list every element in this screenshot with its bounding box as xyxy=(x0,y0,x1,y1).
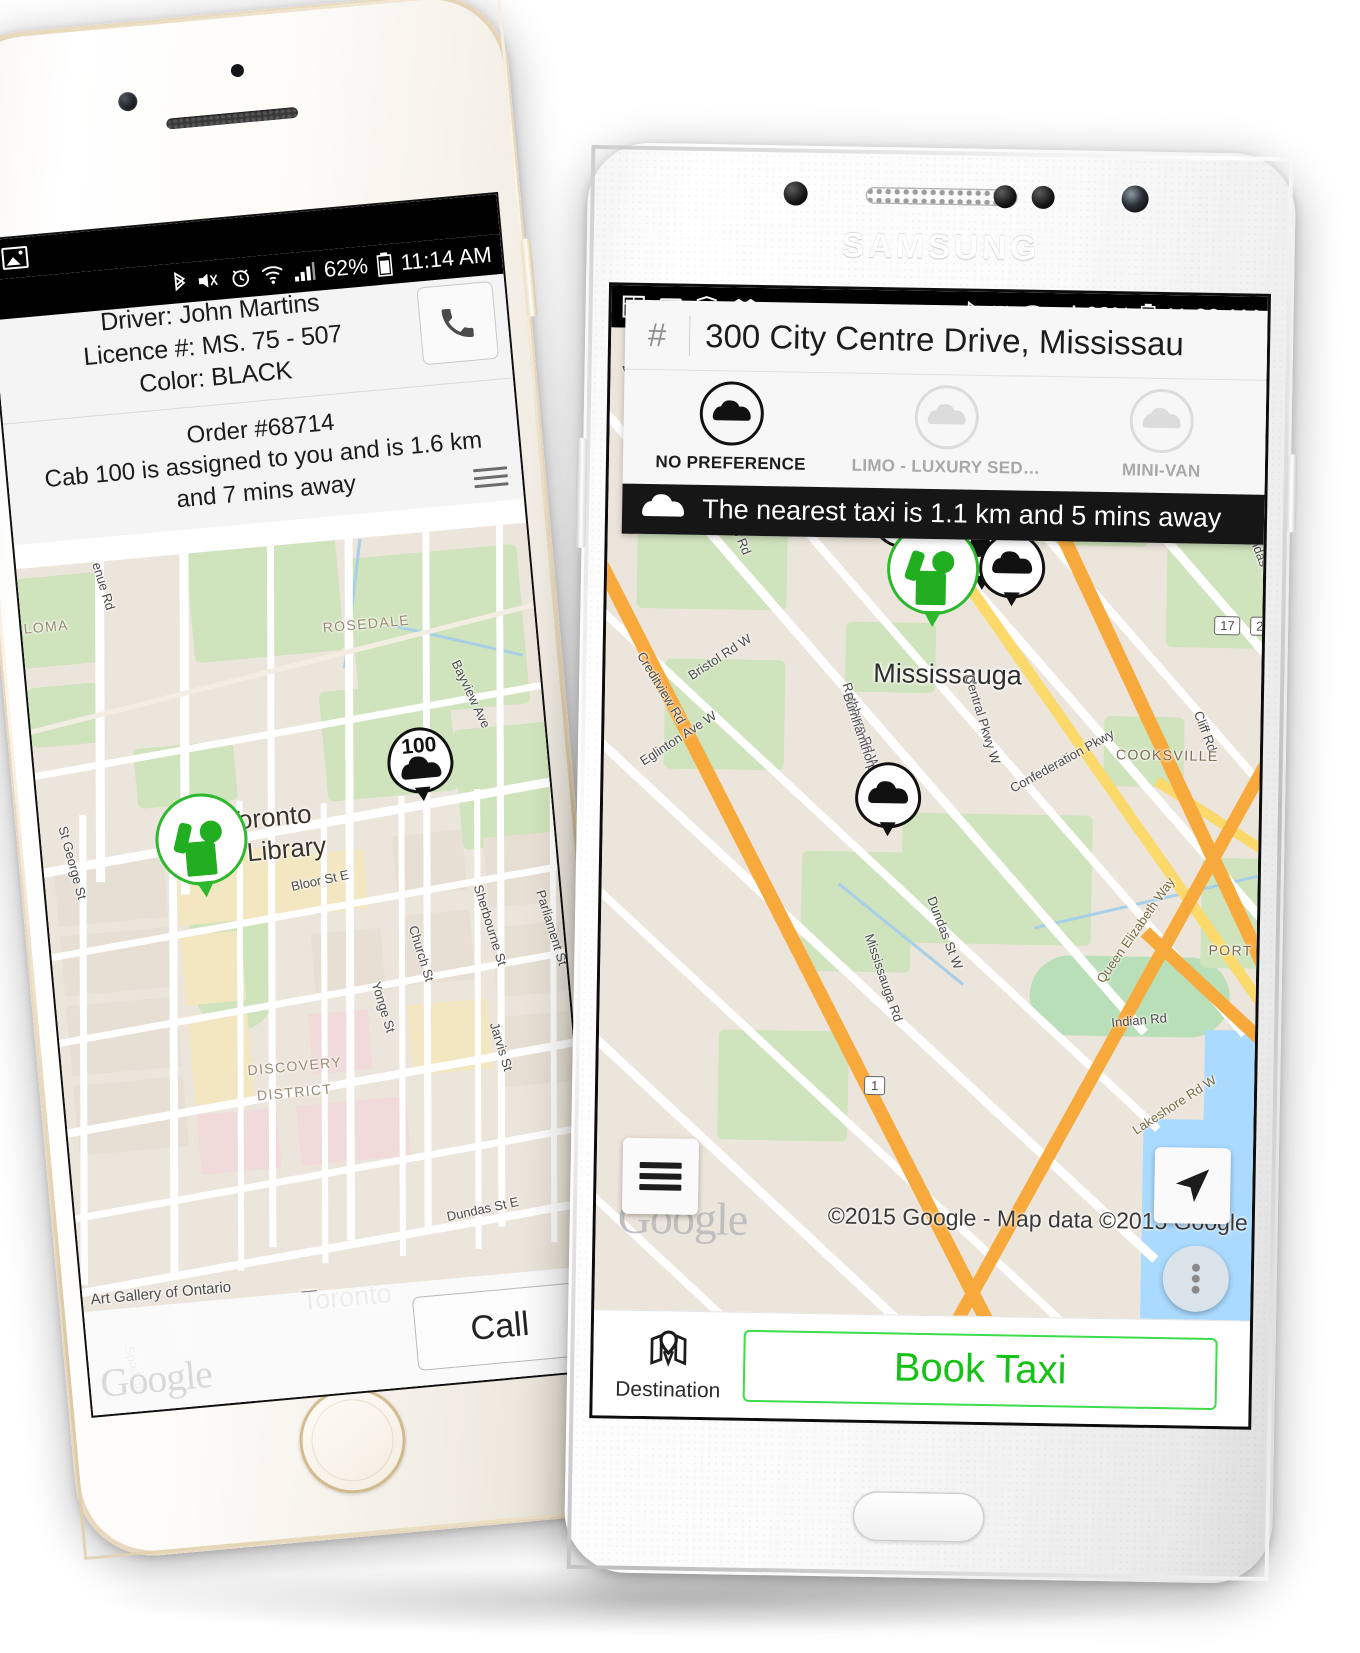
wifi-icon xyxy=(261,266,283,284)
hash-icon[interactable]: # xyxy=(625,315,690,354)
map-label: DISCOVERY xyxy=(246,1053,343,1079)
map-menu-button[interactable] xyxy=(621,1137,700,1216)
book-taxi-button[interactable]: Book Taxi xyxy=(742,1329,1218,1410)
vehicle-option-no-preference[interactable]: NO PREFERENCE xyxy=(623,380,840,476)
vehicle-label: NO PREFERENCE xyxy=(655,452,806,474)
alarm-icon xyxy=(232,269,249,287)
galaxy-screen: 68% 11:22 AM xyxy=(592,285,1268,1427)
my-location-button[interactable] xyxy=(1153,1146,1232,1225)
hailing-person-icon xyxy=(172,813,231,878)
vehicle-label: MINI-VAN xyxy=(1121,460,1201,481)
hamburger-menu-icon xyxy=(639,1157,682,1196)
screenshot-stage: 62% 11:14 AM Driver: John Martins Licenc… xyxy=(0,0,1360,1653)
sedan-icon xyxy=(868,787,909,804)
cellular-signal-icon xyxy=(294,261,316,282)
galaxy-power-button[interactable] xyxy=(1285,454,1298,533)
destination-button[interactable]: Destination xyxy=(593,1325,744,1404)
image-icon xyxy=(1,245,29,271)
call-driver-button[interactable] xyxy=(416,280,500,366)
booking-card: # 300 City Centre Drive, Mississau NO PR… xyxy=(621,299,1268,545)
navigation-arrow-icon xyxy=(1175,1169,1210,1203)
map-label: COOKSVILLE xyxy=(1115,746,1219,765)
hamburger-menu-icon[interactable] xyxy=(473,461,509,493)
taxi-pin[interactable]: 100 xyxy=(384,724,457,802)
map-label: Confederation Pkwy xyxy=(1007,726,1117,796)
sedan-icon xyxy=(914,384,980,450)
vehicle-label: LIMO - LUXURY SED… xyxy=(851,455,1041,478)
battery-icon xyxy=(376,252,393,277)
sedan-icon xyxy=(1129,388,1195,454)
map-pin-icon xyxy=(650,1329,687,1367)
iphone-device: 62% 11:14 AM Driver: John Martins Licenc… xyxy=(0,0,641,1563)
taxi-icon xyxy=(642,500,685,517)
phone-icon xyxy=(441,308,474,337)
destination-label: Destination xyxy=(615,1377,721,1402)
taxi-pin[interactable] xyxy=(854,761,922,837)
samsung-galaxy-device: SAMSUNG Creditview Rd Bristol Rd W Missi… xyxy=(563,141,1298,1585)
sedan-icon xyxy=(698,380,765,447)
galaxy-volume-button[interactable] xyxy=(575,437,588,548)
vehicle-option-mini-van[interactable]: MINI-VAN xyxy=(1053,387,1268,483)
iphone-screen: 62% 11:14 AM Driver: John Martins Licenc… xyxy=(0,194,604,1416)
route-shield: 17 xyxy=(1214,615,1241,636)
call-button[interactable]: Call xyxy=(411,1281,588,1371)
battery-percent-label: 62% xyxy=(322,253,369,282)
bluetooth-icon xyxy=(173,271,186,292)
samsung-brand-logo: SAMSUNG xyxy=(841,226,1041,268)
taxi-pin[interactable] xyxy=(978,531,1046,607)
pickup-address-input[interactable]: 300 City Centre Drive, Mississau xyxy=(690,316,1184,363)
map-label: Yonge St xyxy=(368,979,399,1035)
user-location-pin[interactable] xyxy=(151,789,252,901)
vehicle-type-selector: NO PREFERENCE LIMO - LUXURY SED… MINI-VA… xyxy=(623,370,1268,495)
galaxy-home-button[interactable] xyxy=(852,1490,986,1544)
hailing-person-icon xyxy=(903,545,961,606)
more-vertical-icon xyxy=(1191,1261,1201,1297)
address-row[interactable]: # 300 City Centre Drive, Mississau xyxy=(624,299,1268,381)
map-label: Mississauga xyxy=(873,657,1023,691)
sedan-icon xyxy=(992,558,1033,574)
route-shield: 1 xyxy=(863,1075,886,1096)
clock-label: 11:14 AM xyxy=(399,241,493,275)
nearest-taxi-text: The nearest taxi is 1.1 km and 5 mins aw… xyxy=(701,493,1222,534)
galaxy-bottom-bar: Destination Book Taxi xyxy=(592,1309,1251,1427)
vehicle-option-limo[interactable]: LIMO - LUXURY SED… xyxy=(838,383,1055,479)
volume-mute-icon xyxy=(198,273,218,288)
